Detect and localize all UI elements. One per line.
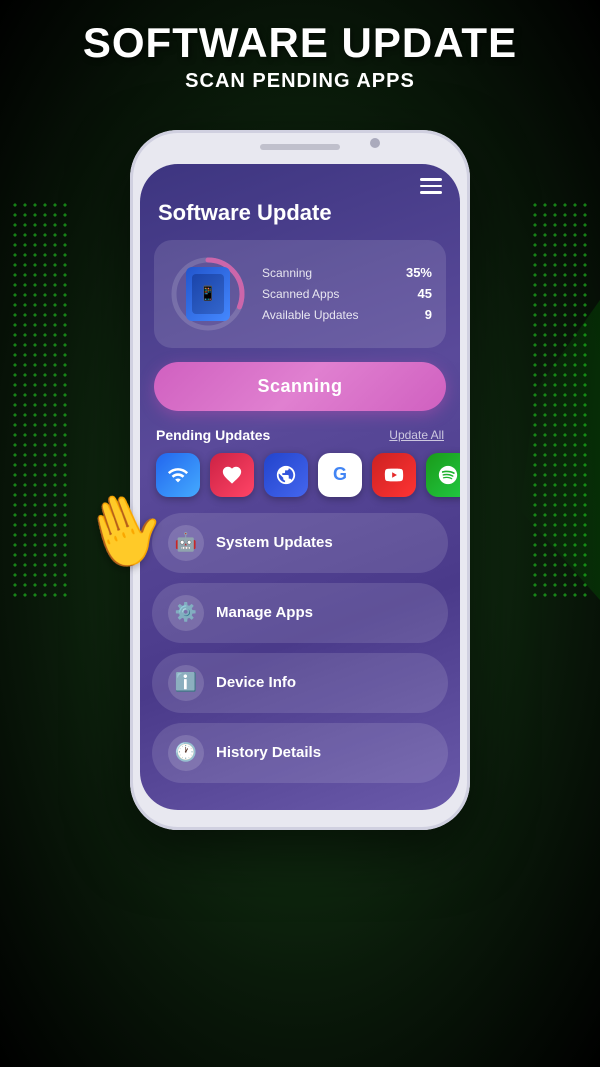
menu-item-history-details[interactable]: 🕐 History Details bbox=[152, 723, 448, 783]
system-updates-label: System Updates bbox=[216, 534, 333, 551]
manage-apps-label: Manage Apps bbox=[216, 604, 313, 621]
app-subtitle: SCAN PENDING APPS bbox=[0, 70, 600, 93]
history-icon: 🕐 bbox=[175, 742, 197, 763]
pending-title: Pending Updates bbox=[156, 427, 270, 443]
scanning-label: Scanning bbox=[262, 266, 312, 280]
phone-screen: Software Update 📱 Scanning 35% bbox=[140, 164, 460, 810]
app-title: SOFTWARE UPDATE bbox=[0, 20, 600, 66]
device-info-label: Device Info bbox=[216, 674, 296, 691]
pending-header: Pending Updates Update All bbox=[140, 427, 460, 453]
scan-button-wrap: Scanning bbox=[154, 362, 446, 411]
app-icon-youtube[interactable] bbox=[372, 453, 416, 497]
history-details-label: History Details bbox=[216, 744, 321, 761]
hamburger-line-2 bbox=[420, 185, 442, 188]
scan-progress-circle: 📱 bbox=[168, 254, 248, 334]
menu-item-system-updates[interactable]: 🤖 System Updates bbox=[152, 513, 448, 573]
app-icon-wifi[interactable] bbox=[156, 453, 200, 497]
menu-list: 🤖 System Updates ⚙️ Manage Apps ℹ️ Devic… bbox=[140, 513, 460, 783]
bg-decoration-left bbox=[10, 200, 70, 600]
info-icon: ℹ️ bbox=[175, 672, 197, 693]
hamburger-line-1 bbox=[420, 178, 442, 181]
header-area: SOFTWARE UPDATE SCAN PENDING APPS bbox=[0, 20, 600, 93]
screen-header bbox=[140, 164, 460, 200]
update-all-link[interactable]: Update All bbox=[389, 428, 444, 442]
phone-frame: Software Update 📱 Scanning 35% bbox=[130, 130, 470, 830]
hamburger-line-3 bbox=[420, 191, 442, 194]
history-icon-wrap: 🕐 bbox=[168, 735, 204, 771]
app-icon-heart[interactable] bbox=[210, 453, 254, 497]
scan-button[interactable]: Scanning bbox=[154, 362, 446, 411]
phone-camera bbox=[370, 138, 380, 148]
app-icons-row: G bbox=[140, 453, 460, 513]
app-icon-globe[interactable] bbox=[264, 453, 308, 497]
scan-phone-icon: 📱 bbox=[199, 285, 216, 302]
scanning-value: 35% bbox=[406, 265, 432, 280]
scan-phone-image: 📱 bbox=[186, 267, 230, 321]
scanned-apps-row: Scanned Apps 45 bbox=[262, 283, 432, 304]
app-icon-google[interactable]: G bbox=[318, 453, 362, 497]
scanned-apps-label: Scanned Apps bbox=[262, 287, 339, 301]
available-updates-label: Available Updates bbox=[262, 308, 359, 322]
robot-icon: 🤖 bbox=[175, 532, 197, 553]
scanned-apps-value: 45 bbox=[418, 286, 432, 301]
scan-phone-inner: 📱 bbox=[192, 274, 224, 314]
menu-item-device-info[interactable]: ℹ️ Device Info bbox=[152, 653, 448, 713]
menu-item-manage-apps[interactable]: ⚙️ Manage Apps bbox=[152, 583, 448, 643]
gear-icon: ⚙️ bbox=[175, 602, 197, 623]
available-updates-row: Available Updates 9 bbox=[262, 304, 432, 325]
manage-apps-icon-wrap: ⚙️ bbox=[168, 595, 204, 631]
device-info-icon-wrap: ℹ️ bbox=[168, 665, 204, 701]
available-updates-value: 9 bbox=[425, 307, 432, 322]
screen-title: Software Update bbox=[140, 200, 460, 240]
scan-card: 📱 Scanning 35% Scanned Apps 45 Available… bbox=[154, 240, 446, 348]
scan-stats: Scanning 35% Scanned Apps 45 Available U… bbox=[262, 262, 432, 325]
phone-notch bbox=[260, 144, 340, 150]
app-icon-spotify[interactable] bbox=[426, 453, 460, 497]
hamburger-menu[interactable] bbox=[420, 178, 442, 194]
scanning-row: Scanning 35% bbox=[262, 262, 432, 283]
